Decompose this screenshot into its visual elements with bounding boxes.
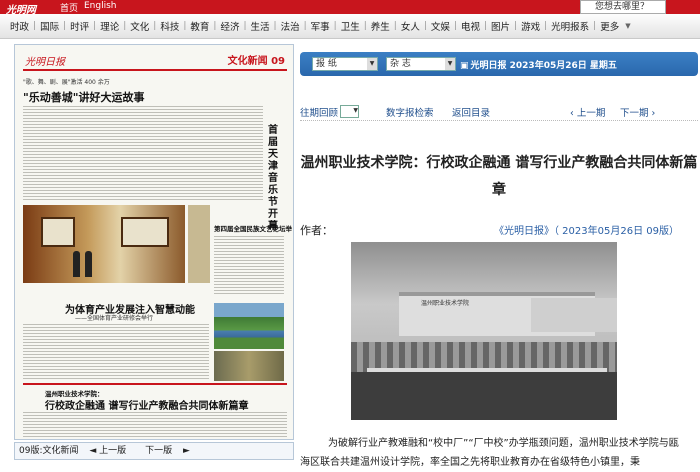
nav-item[interactable]: 女人 bbox=[397, 19, 424, 33]
chevron-down-icon: ▼ bbox=[367, 58, 377, 70]
wildlife-photo bbox=[214, 351, 284, 381]
english-link[interactable]: English bbox=[84, 1, 117, 11]
nav-item[interactable]: 电视 bbox=[457, 19, 484, 33]
chevron-down-icon: ▼ bbox=[353, 107, 358, 114]
next-edition-label: 下一版 bbox=[145, 446, 173, 456]
text-column bbox=[214, 235, 284, 295]
nav-item[interactable]: 教育 bbox=[186, 19, 213, 33]
photo-banner-text: 温州职业技术学院 bbox=[421, 300, 470, 307]
paper-header: 光明日报 文化新闻 09 bbox=[23, 51, 287, 71]
text-column bbox=[23, 411, 287, 439]
top-bar: 光明网 首页 English 您想去哪里？ bbox=[0, 0, 700, 16]
publication-selector-bar: 报 纸 ▼ 杂 志 ▼ ▣ 光明日报 2023年05月26日 星期五 bbox=[300, 52, 698, 76]
prev-edition-button[interactable]: ◄ 上一版 bbox=[89, 446, 134, 456]
nav-item[interactable]: 卫生 bbox=[337, 19, 364, 33]
issue-toolbar: 往期回顾 ▼ 数字报检索 返回目录 ‹ 上一期 下一期 › bbox=[300, 102, 698, 121]
chevron-down-icon: ▼ bbox=[445, 58, 455, 70]
nav-item-more[interactable]: 更多 bbox=[596, 19, 623, 33]
magazine-select-value: 杂 志 bbox=[390, 59, 411, 69]
newspaper-select-value: 报 纸 bbox=[316, 59, 337, 69]
nav-item[interactable]: 理论 bbox=[96, 19, 123, 33]
nav-item[interactable]: 文娱 bbox=[427, 19, 454, 33]
nav-item[interactable]: 生活 bbox=[247, 19, 274, 33]
article-source: 《光明日报》（ 2023年05月26日 09版） bbox=[494, 226, 679, 237]
paper-subhead: ——全国体育产业研修会举行 bbox=[75, 315, 154, 322]
water-shape bbox=[351, 372, 617, 420]
nav-item[interactable]: 法治 bbox=[277, 19, 304, 33]
prev-issue-label: 上一期 bbox=[576, 108, 606, 119]
return-toc-link[interactable]: 返回目录 bbox=[452, 105, 490, 119]
digital-search-link[interactable]: 数字报检索 bbox=[386, 105, 434, 119]
nav-item[interactable]: 国际 bbox=[36, 19, 63, 33]
back-issue-select[interactable]: ▼ bbox=[340, 105, 359, 118]
nav-item[interactable]: 军事 bbox=[307, 19, 334, 33]
article-photo: 温州职业技术学院 bbox=[351, 242, 617, 420]
nav-item[interactable]: 图片 bbox=[487, 19, 514, 33]
small-photo bbox=[188, 205, 210, 283]
nav-item[interactable]: 时政 bbox=[6, 19, 33, 33]
nav-item[interactable]: 养生 bbox=[367, 19, 394, 33]
newspaper-select[interactable]: 报 纸 ▼ bbox=[312, 57, 378, 71]
calendar-icon: ▣ bbox=[460, 61, 469, 71]
magazine-select[interactable]: 杂 志 ▼ bbox=[386, 57, 456, 71]
boxed-headline: 行校政企融通 谱写行业产教融合共同体新篇章 bbox=[45, 401, 249, 412]
paper-section-label: 文化新闻 09 bbox=[227, 56, 285, 67]
newspaper-page-image[interactable]: 光明日报 文化新闻 09 "歌、舞、剧、展"激活 400 余万 "乐动善城"讲好… bbox=[14, 44, 294, 440]
paper-headline[interactable]: "乐动善城"讲好大运故事 bbox=[23, 89, 144, 105]
nav-item[interactable]: 科技 bbox=[156, 19, 183, 33]
edition-label[interactable]: 09版:文化新闻 bbox=[19, 446, 79, 456]
issue-date-text: 光明日报 2023年05月26日 星期五 bbox=[470, 61, 617, 71]
site-search-input[interactable]: 您想去哪里？ bbox=[580, 0, 666, 14]
highlighted-article-block[interactable]: 温州职业技术学院： 行校政企融通 谱写行业产教融合共同体新篇章 bbox=[23, 383, 287, 439]
back-issue-link[interactable]: 往期回顾 bbox=[300, 105, 338, 119]
home-link[interactable]: 首页 bbox=[60, 1, 78, 14]
article-title: 温州职业技术学院：行校政企融通 谱写行业产教融合共同体新篇章 bbox=[300, 155, 698, 198]
nav-item[interactable]: 文化 bbox=[126, 19, 153, 33]
next-edition-button[interactable]: 下一版 ► bbox=[145, 446, 190, 456]
text-column bbox=[23, 323, 209, 379]
chevron-left-icon: ‹ bbox=[570, 108, 574, 119]
article-kicker[interactable]: "歌、舞、剧、展"激活 400 余万 bbox=[23, 77, 110, 86]
prev-edition-label: 上一版 bbox=[99, 446, 127, 456]
vertical-headline[interactable]: 首届天津音乐节开幕 bbox=[268, 125, 282, 233]
edition-nav: 09版:文化新闻 ◄ 上一版 下一版 ► bbox=[14, 442, 294, 460]
building-shape bbox=[531, 298, 617, 332]
text-column bbox=[23, 105, 263, 201]
next-issue-button[interactable]: 下一期 › bbox=[620, 105, 655, 119]
next-issue-label: 下一期 bbox=[620, 108, 649, 119]
river-photo bbox=[214, 303, 284, 349]
gallery-photo bbox=[23, 205, 185, 283]
paper-logo: 光明日报 bbox=[25, 57, 65, 68]
prev-issue-button[interactable]: ‹ 上一期 bbox=[570, 105, 605, 119]
nav-item[interactable]: 游戏 bbox=[517, 19, 544, 33]
chevron-right-icon: › bbox=[651, 108, 656, 119]
nav-item[interactable]: 经济 bbox=[216, 19, 243, 33]
article-paragraph: 为破解行业产教难融和“校中厂”“厂中校”办学瓶颈问题，温州职业技术学院与瓯海区联… bbox=[300, 438, 679, 468]
main-nav: 时政 | 国际 | 时评 | 理论 | 文化 | 科技 | 教育 | 经济 | 生活 | 法治 | … bbox=[0, 14, 700, 39]
article-author-label: 作者： bbox=[300, 224, 333, 237]
issue-date: ▣ 光明日报 2023年05月26日 星期五 bbox=[460, 58, 617, 71]
chevron-down-icon: ▼ bbox=[625, 22, 631, 30]
nav-item[interactable]: 光明报系 bbox=[547, 19, 593, 33]
nav-item[interactable]: 时评 bbox=[66, 19, 93, 33]
